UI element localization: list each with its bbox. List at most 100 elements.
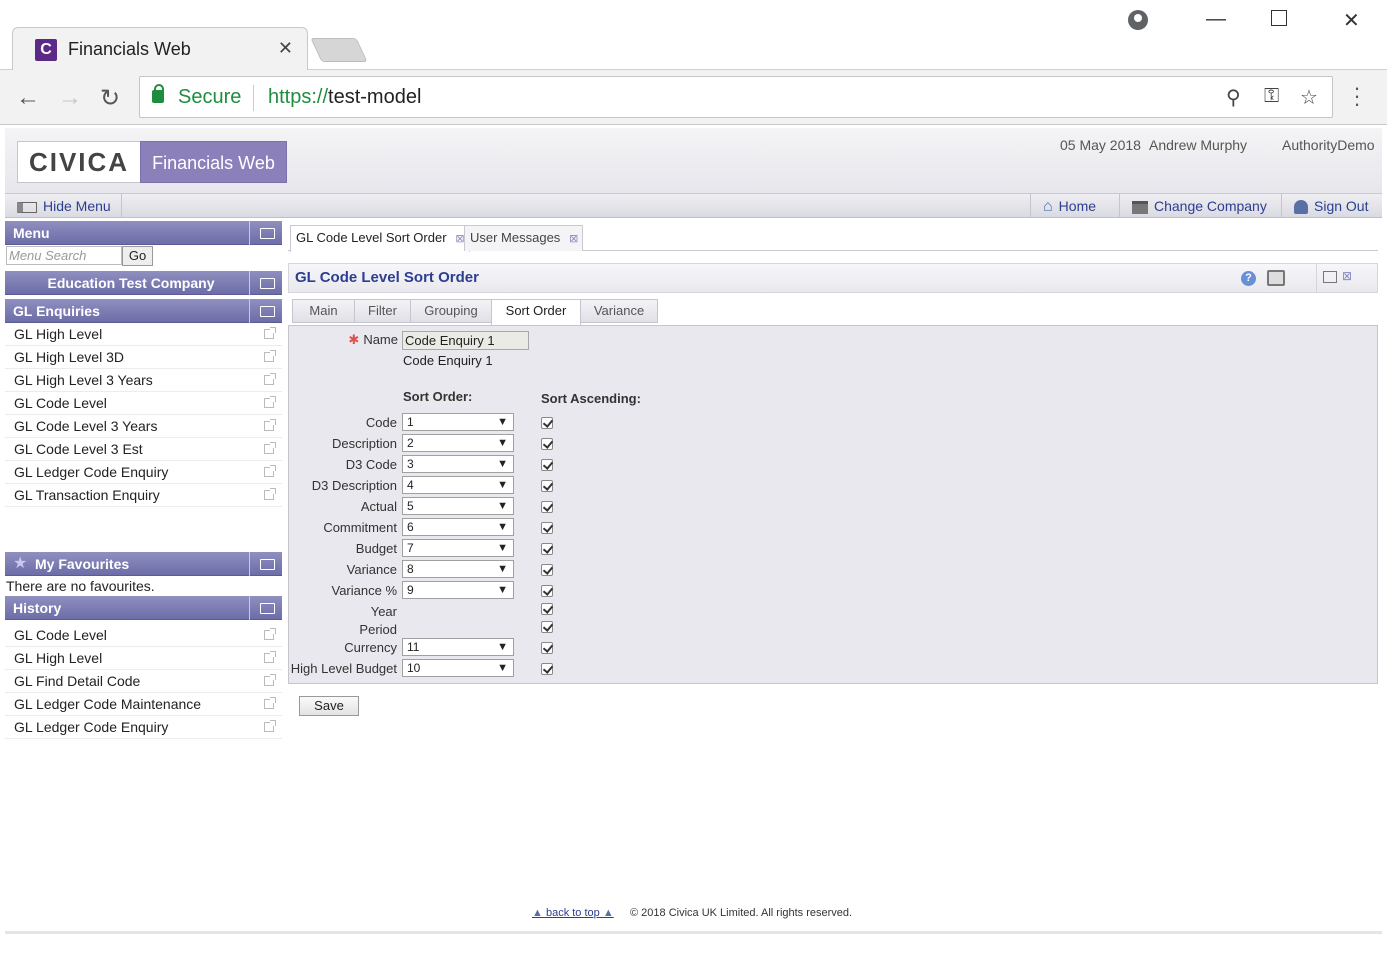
back-to-top-link[interactable]: ▲ back to top ▲: [532, 907, 614, 919]
back-arrow-icon[interactable]: ←: [16, 84, 40, 112]
company-header[interactable]: Education Test Company: [5, 271, 282, 295]
close-tab-icon[interactable]: ⊠: [569, 227, 578, 251]
menu-panel-window-icon[interactable]: [249, 221, 282, 245]
ascending-checkbox-description[interactable]: [541, 438, 553, 450]
window-close-icon[interactable]: ✕: [1343, 8, 1360, 33]
sidebar-item-gl-transaction-enquiry[interactable]: GL Transaction Enquiry: [5, 484, 282, 507]
doc-tab-user-messages[interactable]: User Messages ⊠: [464, 225, 584, 251]
history-item-gl-code-level[interactable]: GL Code Level: [5, 624, 282, 647]
external-link-icon[interactable]: [264, 350, 276, 362]
home-button[interactable]: ⌂ Home: [1030, 194, 1106, 218]
change-company-button[interactable]: Change Company: [1119, 194, 1277, 218]
sort-select-d3-code[interactable]: 3 ▼: [402, 455, 514, 473]
bookmark-star-icon[interactable]: ☆: [1300, 85, 1318, 110]
tab-filter[interactable]: Filter: [354, 299, 411, 323]
help-icon[interactable]: ?: [1241, 271, 1256, 286]
lock-icon: [152, 84, 164, 103]
sort-select-budget[interactable]: 7 ▼: [402, 539, 514, 557]
maximize-icon[interactable]: [1271, 10, 1287, 26]
sort-select-high-level-budget[interactable]: 10 ▼: [402, 659, 514, 677]
sort-select-commitment[interactable]: 6 ▼: [402, 518, 514, 536]
ascending-checkbox-currency[interactable]: [541, 642, 553, 654]
tab-main[interactable]: Main: [292, 299, 355, 323]
tab-grouping[interactable]: Grouping: [410, 299, 492, 323]
ascending-checkbox-budget[interactable]: [541, 543, 553, 555]
enquiries-header[interactable]: GL Enquiries: [5, 299, 282, 323]
sort-select-variance[interactable]: 8 ▼: [402, 560, 514, 578]
sort-select-variance-pct[interactable]: 9 ▼: [402, 581, 514, 599]
reload-icon[interactable]: ↻: [100, 84, 120, 113]
browser-tab[interactable]: C Financials Web ✕: [12, 27, 308, 71]
ascending-checkbox-d3-description[interactable]: [541, 480, 553, 492]
url-text[interactable]: https://test-model: [268, 86, 421, 109]
sort-select-description[interactable]: 2 ▼: [402, 434, 514, 452]
close-tab-icon[interactable]: ✕: [278, 38, 293, 59]
doc-tab-sort-order[interactable]: GL Code Level Sort Order ⊠: [290, 225, 470, 252]
sidebar-item-gl-high-level-3d[interactable]: GL High Level 3D: [5, 346, 282, 369]
account-icon[interactable]: [1128, 10, 1148, 30]
save-button[interactable]: Save: [299, 696, 359, 716]
history-item-gl-ledger-code-enquiry[interactable]: GL Ledger Code Enquiry: [5, 716, 282, 739]
sidebar-item-gl-code-level[interactable]: GL Code Level: [5, 392, 282, 415]
new-tab-button[interactable]: [310, 38, 368, 62]
ascending-checkbox-high-level-budget[interactable]: [541, 663, 553, 675]
ascending-checkbox-period[interactable]: [541, 621, 553, 633]
external-link-icon[interactable]: [264, 651, 276, 663]
menu-search-input[interactable]: Menu Search: [6, 246, 122, 265]
sidebar-item-gl-high-level[interactable]: GL High Level: [5, 323, 282, 346]
external-link-icon[interactable]: [264, 488, 276, 500]
sidebar-item-gl-high-level-3-years[interactable]: GL High Level 3 Years: [5, 369, 282, 392]
ascending-checkbox-variance-pct[interactable]: [541, 585, 553, 597]
menu-search-go-button[interactable]: Go: [122, 246, 153, 266]
external-link-icon[interactable]: [264, 674, 276, 686]
sidebar-item-gl-code-level-3-est[interactable]: GL Code Level 3 Est: [5, 438, 282, 461]
external-link-icon[interactable]: [264, 628, 276, 640]
history-item-label: GL Ledger Code Maintenance: [14, 696, 202, 712]
ascending-checkbox-variance[interactable]: [541, 564, 553, 576]
sort-select-currency[interactable]: 11 ▼: [402, 638, 514, 656]
company-window-icon[interactable]: [249, 271, 282, 295]
minimize-icon[interactable]: —: [1206, 8, 1226, 31]
enquiries-window-icon[interactable]: [249, 299, 282, 323]
ascending-checkbox-commitment[interactable]: [541, 522, 553, 534]
key-icon[interactable]: ⚿: [1264, 85, 1279, 108]
history-item-gl-find-detail-code[interactable]: GL Find Detail Code: [5, 670, 282, 693]
external-link-icon[interactable]: [264, 373, 276, 385]
ascending-checkbox-actual[interactable]: [541, 501, 553, 513]
sort-select-code[interactable]: 1 ▼: [402, 413, 514, 431]
civica-favicon-icon: C: [35, 39, 57, 61]
zoom-icon[interactable]: ⚲: [1226, 85, 1241, 110]
external-link-icon[interactable]: [264, 720, 276, 732]
change-company-label: Change Company: [1154, 198, 1267, 214]
history-item-gl-high-level[interactable]: GL High Level: [5, 647, 282, 670]
close-icon[interactable]: ⊠: [1342, 269, 1352, 283]
ascending-checkbox-code[interactable]: [541, 417, 553, 429]
sidebar-item-gl-ledger-code-enquiry[interactable]: GL Ledger Code Enquiry: [5, 461, 282, 484]
ascending-checkbox-year[interactable]: [541, 603, 553, 615]
external-link-icon[interactable]: [264, 327, 276, 339]
external-link-icon[interactable]: [264, 419, 276, 431]
name-input[interactable]: Code Enquiry 1: [402, 331, 529, 350]
external-link-icon[interactable]: [264, 697, 276, 709]
print-icon[interactable]: [1267, 270, 1285, 286]
window-icon[interactable]: [1323, 271, 1337, 283]
ascending-checkbox-d3-code[interactable]: [541, 459, 553, 471]
sort-select-d3-description[interactable]: 4 ▼: [402, 476, 514, 494]
forward-arrow-icon[interactable]: →: [58, 84, 82, 112]
enquiries-title: GL Enquiries: [13, 303, 100, 319]
hide-menu-button[interactable]: Hide Menu: [9, 194, 122, 218]
external-link-icon[interactable]: [264, 442, 276, 454]
external-link-icon[interactable]: [264, 396, 276, 408]
external-link-icon[interactable]: [264, 465, 276, 477]
tab-sort-order[interactable]: Sort Order: [491, 299, 581, 325]
sort-ascending-heading: Sort Ascending:: [541, 391, 641, 406]
sort-select-actual[interactable]: 5 ▼: [402, 497, 514, 515]
address-bar[interactable]: Secure https://test-model ⚲ ⚿ ☆: [139, 76, 1333, 118]
favourites-header[interactable]: ★ My Favourites: [5, 552, 282, 576]
history-header[interactable]: History: [5, 596, 282, 620]
history-item-gl-ledger-code-maintenance[interactable]: GL Ledger Code Maintenance: [5, 693, 282, 716]
tab-variance[interactable]: Variance: [580, 299, 658, 323]
sign-out-button[interactable]: Sign Out: [1281, 194, 1378, 218]
browser-menu-icon[interactable]: · · ·: [1352, 77, 1362, 115]
sidebar-item-gl-code-level-3-years[interactable]: GL Code Level 3 Years: [5, 415, 282, 438]
